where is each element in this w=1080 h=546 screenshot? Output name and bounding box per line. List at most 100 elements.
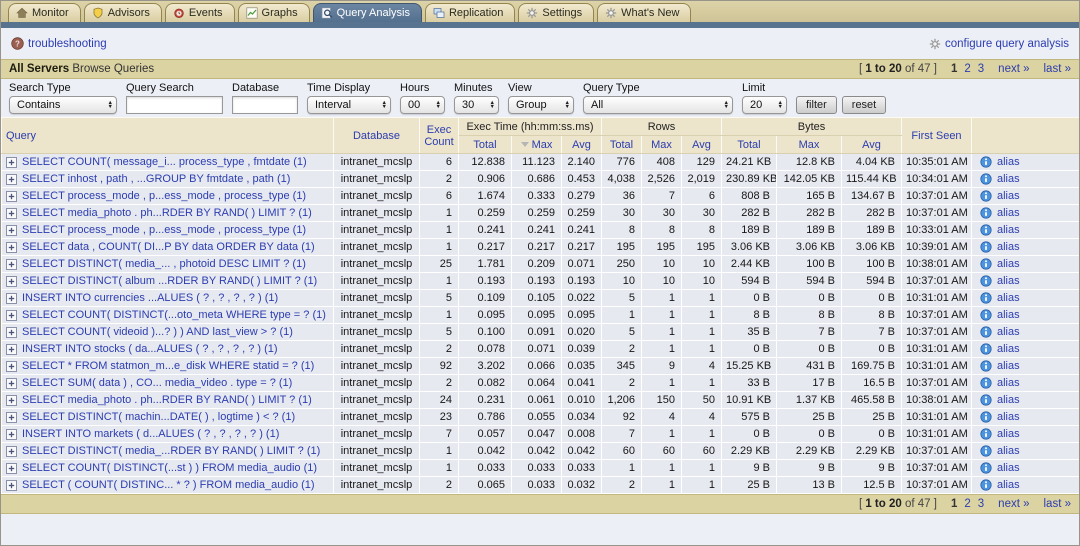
- expand-plus-icon[interactable]: [6, 225, 17, 236]
- filter-select-time-display[interactable]: Interval▲▼: [307, 96, 391, 114]
- col-header-rows-max[interactable]: Max: [642, 136, 682, 154]
- tab-graphs[interactable]: Graphs: [238, 3, 310, 22]
- page-link-1[interactable]: 1: [951, 498, 957, 510]
- alias-link[interactable]: alias: [997, 326, 1020, 338]
- alias-link[interactable]: alias: [997, 394, 1020, 406]
- alias-link[interactable]: alias: [997, 445, 1020, 457]
- query-link[interactable]: SELECT * FROM statmon_m...e_disk WHERE s…: [22, 360, 314, 372]
- page-link-1[interactable]: 1: [951, 63, 957, 75]
- col-header-time-max[interactable]: Max: [512, 136, 562, 154]
- expand-plus-icon[interactable]: [6, 191, 17, 202]
- tab-replication[interactable]: Replication: [425, 3, 515, 22]
- expand-plus-icon[interactable]: [6, 310, 17, 321]
- query-link[interactable]: SELECT DISTINCT( machin...DATE( ) , logt…: [22, 411, 295, 423]
- alias-link[interactable]: alias: [997, 428, 1020, 440]
- query-link[interactable]: SELECT DISTINCT( media_... , photoid DES…: [22, 258, 306, 270]
- expand-plus-icon[interactable]: [6, 208, 17, 219]
- info-icon[interactable]: [980, 292, 992, 304]
- filter-select-query-type[interactable]: All▲▼: [583, 96, 733, 114]
- info-icon[interactable]: [980, 462, 992, 474]
- tab-query-analysis[interactable]: Query Analysis: [313, 3, 422, 22]
- page-link-3[interactable]: 3: [978, 63, 984, 75]
- troubleshooting-link[interactable]: ? troubleshooting: [11, 37, 107, 50]
- query-link[interactable]: INSERT INTO currencies ...ALUES ( ? , ? …: [22, 292, 278, 304]
- query-link[interactable]: SELECT inhost , path , ...GROUP BY fmtda…: [22, 173, 290, 185]
- filter-button[interactable]: filter: [796, 96, 837, 114]
- col-header-first-seen[interactable]: First Seen: [902, 118, 972, 154]
- query-link[interactable]: SELECT COUNT( videoid )...? ) ) AND last…: [22, 326, 293, 338]
- alias-link[interactable]: alias: [997, 479, 1020, 491]
- info-icon[interactable]: [980, 360, 992, 372]
- alias-link[interactable]: alias: [997, 190, 1020, 202]
- alias-link[interactable]: alias: [997, 207, 1020, 219]
- filter-select-search-type[interactable]: Contains▲▼: [9, 96, 117, 114]
- info-icon[interactable]: [980, 173, 992, 185]
- alias-link[interactable]: alias: [997, 156, 1020, 168]
- alias-link[interactable]: alias: [997, 377, 1020, 389]
- filter-select-minutes[interactable]: 30▲▼: [454, 96, 499, 114]
- info-icon[interactable]: [980, 428, 992, 440]
- expand-plus-icon[interactable]: [6, 446, 17, 457]
- query-link[interactable]: INSERT INTO stocks ( da...ALUES ( ? , ? …: [22, 343, 278, 355]
- reset-button[interactable]: reset: [842, 96, 886, 114]
- expand-plus-icon[interactable]: [6, 395, 17, 406]
- query-link[interactable]: SELECT DISTINCT( album ...RDER BY RAND( …: [22, 275, 317, 287]
- page-link-2[interactable]: 2: [964, 498, 970, 510]
- info-icon[interactable]: [980, 326, 992, 338]
- filter-input-database[interactable]: [232, 96, 298, 114]
- query-link[interactable]: SELECT media_photo . ph...RDER BY RAND( …: [22, 394, 312, 406]
- expand-plus-icon[interactable]: [6, 361, 17, 372]
- next-page-link[interactable]: next »: [998, 63, 1029, 75]
- filter-select-limit[interactable]: 20▲▼: [742, 96, 787, 114]
- info-icon[interactable]: [980, 224, 992, 236]
- query-link[interactable]: SELECT COUNT( DISTINCT(...st ) ) FROM me…: [22, 462, 317, 474]
- query-link[interactable]: SELECT SUM( data ) , CO... media_video .…: [22, 377, 292, 389]
- query-link[interactable]: SELECT COUNT( message_i... process_type …: [22, 156, 307, 168]
- next-page-link[interactable]: next »: [998, 498, 1029, 510]
- col-header-query[interactable]: Query: [2, 118, 334, 154]
- info-icon[interactable]: [980, 258, 992, 270]
- query-link[interactable]: INSERT INTO markets ( d...ALUES ( ? , ? …: [22, 428, 279, 440]
- expand-plus-icon[interactable]: [6, 429, 17, 440]
- query-link[interactable]: SELECT process_mode , p...ess_mode , pro…: [22, 190, 306, 202]
- info-icon[interactable]: [980, 309, 992, 321]
- alias-link[interactable]: alias: [997, 343, 1020, 355]
- configure-query-analysis-link[interactable]: configure query analysis: [929, 38, 1069, 50]
- alias-link[interactable]: alias: [997, 411, 1020, 423]
- col-header-rows-avg[interactable]: Avg: [682, 136, 722, 154]
- info-icon[interactable]: [980, 241, 992, 253]
- info-icon[interactable]: [980, 394, 992, 406]
- expand-plus-icon[interactable]: [6, 378, 17, 389]
- alias-link[interactable]: alias: [997, 241, 1020, 253]
- last-page-link[interactable]: last »: [1044, 498, 1072, 510]
- info-icon[interactable]: [980, 445, 992, 457]
- col-header-bytes-max[interactable]: Max: [777, 136, 842, 154]
- query-link[interactable]: SELECT data , COUNT( DI...P BY data ORDE…: [22, 241, 315, 253]
- query-link[interactable]: SELECT COUNT( DISTINCT(...oto_meta WHERE…: [22, 309, 326, 321]
- alias-link[interactable]: alias: [997, 258, 1020, 270]
- col-header-time-total[interactable]: Total: [459, 136, 512, 154]
- query-link[interactable]: SELECT media_photo . ph...RDER BY RAND( …: [22, 207, 312, 219]
- tab-monitor[interactable]: Monitor: [8, 3, 81, 22]
- filter-select-view[interactable]: Group▲▼: [508, 96, 574, 114]
- tab-settings[interactable]: Settings: [518, 3, 594, 22]
- expand-plus-icon[interactable]: [6, 412, 17, 423]
- col-header-rows-total[interactable]: Total: [602, 136, 642, 154]
- alias-link[interactable]: alias: [997, 360, 1020, 372]
- last-page-link[interactable]: last »: [1044, 63, 1072, 75]
- tab-what-s-new[interactable]: What's New: [597, 3, 691, 22]
- query-link[interactable]: SELECT ( COUNT( DISTINC... * ? ) FROM me…: [22, 479, 315, 491]
- expand-plus-icon[interactable]: [6, 157, 17, 168]
- info-icon[interactable]: [980, 343, 992, 355]
- info-icon[interactable]: [980, 190, 992, 202]
- alias-link[interactable]: alias: [997, 224, 1020, 236]
- expand-plus-icon[interactable]: [6, 293, 17, 304]
- expand-plus-icon[interactable]: [6, 276, 17, 287]
- expand-plus-icon[interactable]: [6, 463, 17, 474]
- expand-plus-icon[interactable]: [6, 242, 17, 253]
- info-icon[interactable]: [980, 411, 992, 423]
- info-icon[interactable]: [980, 377, 992, 389]
- page-link-2[interactable]: 2: [964, 63, 970, 75]
- info-icon[interactable]: [980, 275, 992, 287]
- alias-link[interactable]: alias: [997, 275, 1020, 287]
